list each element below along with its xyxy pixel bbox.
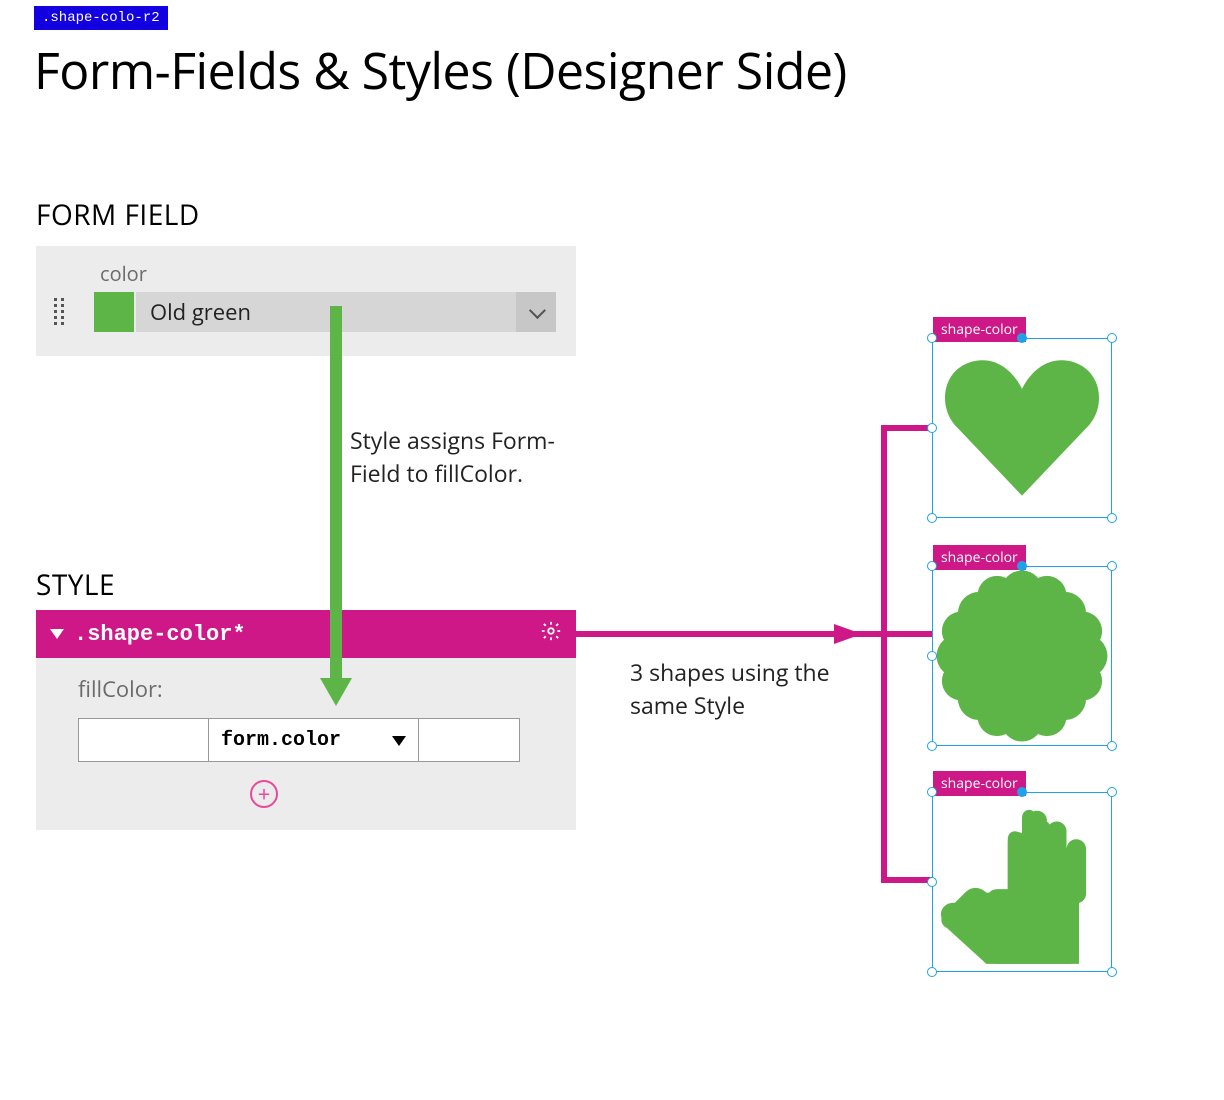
shape-class-badge: shape-color xyxy=(933,317,1026,342)
binding-expression-input[interactable]: form.color xyxy=(209,719,419,761)
dropdown-caret-icon[interactable] xyxy=(392,736,406,746)
color-select-value: Old green xyxy=(150,297,251,327)
style-binding-input[interactable]: form.color xyxy=(78,718,520,762)
form-field-label: color xyxy=(100,260,147,287)
section-heading-style: STYLE xyxy=(36,566,115,604)
shape-class-badge: shape-color xyxy=(933,771,1026,796)
style-panel: .shape-color* fillColor: form.color + xyxy=(36,610,576,830)
narrative-assign: Style assigns Form-Field to fillColor. xyxy=(350,424,560,491)
disclosure-triangle-icon[interactable] xyxy=(50,629,64,639)
binding-prefix-input[interactable] xyxy=(79,719,209,761)
shape-instance-hand[interactable]: shape-color xyxy=(932,792,1112,972)
section-heading-formfield: FORM FIELD xyxy=(36,196,200,234)
bracket-three-shapes xyxy=(854,424,934,904)
heart-icon xyxy=(933,339,1111,517)
style-property-label: fillColor: xyxy=(78,674,163,704)
add-property-button[interactable]: + xyxy=(250,780,278,808)
drag-handle-icon[interactable] xyxy=(54,298,68,328)
class-tag-top: .shape-colo-r2 xyxy=(34,6,168,30)
style-rule-name: .shape-color* xyxy=(74,622,246,647)
binding-expression-value: form.color xyxy=(221,729,341,752)
shape-instance-heart[interactable]: shape-color xyxy=(932,338,1112,518)
color-select[interactable]: Old green xyxy=(136,292,556,332)
gear-icon[interactable] xyxy=(540,620,562,649)
arrow-style-to-shapes xyxy=(576,624,866,644)
hand-icon xyxy=(933,793,1111,971)
color-swatch[interactable] xyxy=(94,292,134,332)
form-field-panel: color Old green xyxy=(36,246,576,356)
flower-icon xyxy=(933,567,1111,745)
page-title: Form-Fields & Styles (Designer Side) xyxy=(34,36,847,104)
shape-class-badge: shape-color xyxy=(933,545,1026,570)
shape-instance-flower[interactable]: shape-color xyxy=(932,566,1112,746)
style-rule-header[interactable]: .shape-color* xyxy=(36,610,576,658)
narrative-usage: 3 shapes using the same Style xyxy=(630,656,830,723)
chevron-down-icon[interactable] xyxy=(516,292,556,332)
binding-suffix-input[interactable] xyxy=(419,719,519,761)
